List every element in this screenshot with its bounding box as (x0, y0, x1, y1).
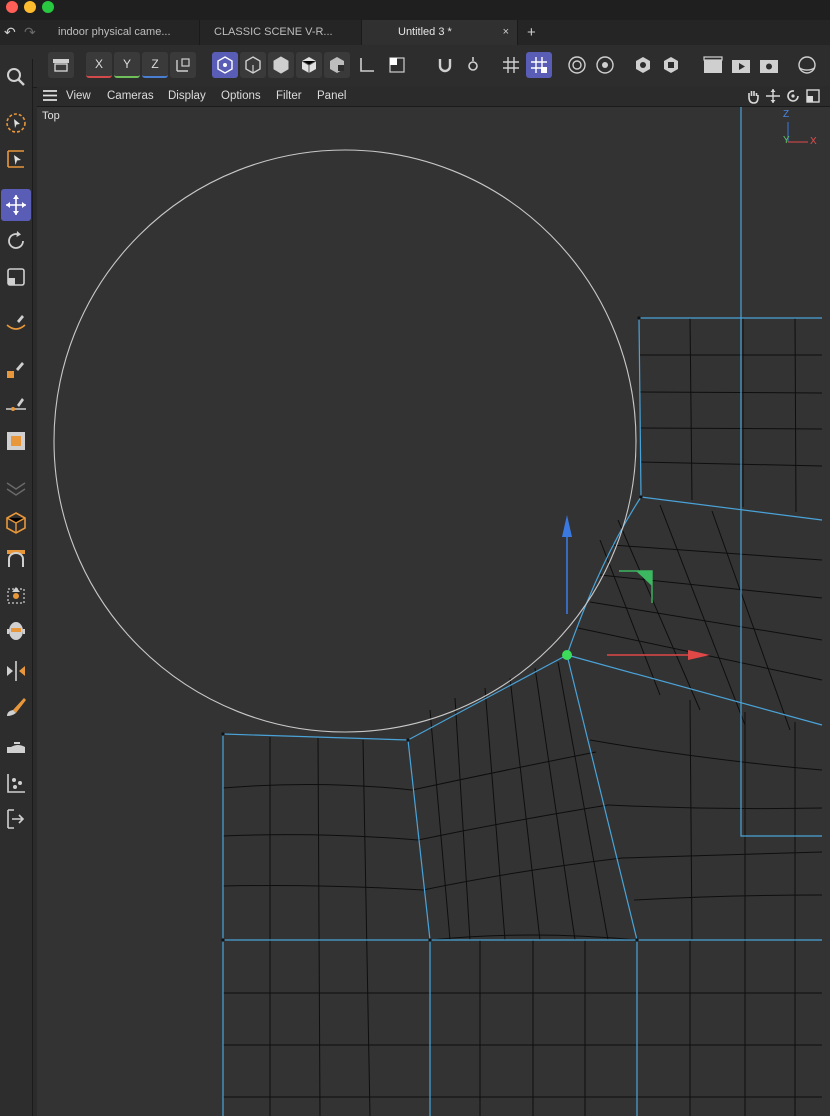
uv-mode-icon[interactable] (324, 52, 350, 78)
polygons-mode-icon[interactable] (296, 52, 322, 78)
display-mode-icon[interactable] (630, 52, 656, 78)
paint-brush-icon[interactable] (1, 691, 31, 723)
minimize-window-button[interactable] (24, 1, 36, 13)
point-distribution-icon[interactable] (1, 767, 31, 799)
character-mask-icon[interactable] (1, 615, 31, 647)
rectangle-selection-icon[interactable] (1, 143, 31, 175)
viewport-menu-bar: View Cameras Display Options Filter Pane… (37, 86, 830, 107)
spline-smooth-icon[interactable] (1, 389, 31, 421)
lock-z-axis-button[interactable]: Z (142, 52, 168, 78)
maximize-view-icon[interactable] (805, 88, 821, 109)
bend-deformer-icon[interactable] (1, 543, 31, 575)
extrude-cube-icon[interactable] (1, 507, 31, 539)
tab-label: CLASSIC SCENE V-R... (214, 26, 333, 38)
snap-settings-icon[interactable] (460, 52, 486, 78)
coordinate-system-icon[interactable] (170, 52, 196, 78)
gizmo-x-label: X (810, 136, 817, 147)
gizmo-z-label: Z (783, 109, 790, 120)
rotate-tool-icon[interactable] (1, 225, 31, 257)
tab-label: indoor physical came... (58, 26, 171, 38)
left-tool-palette (0, 59, 33, 1116)
live-selection-icon[interactable] (1, 107, 31, 139)
render-settings-icon[interactable] (592, 52, 618, 78)
points-mode-icon[interactable] (240, 52, 266, 78)
lock-y-axis-button[interactable]: Y (114, 52, 140, 78)
spline-disabled-icon[interactable] (1, 471, 31, 503)
render-picture-viewer-icon[interactable] (728, 52, 754, 78)
grid-snap-icon[interactable] (498, 52, 524, 78)
lock-x-axis-button[interactable]: X (86, 52, 112, 78)
render-settings-clapper-icon[interactable] (756, 52, 782, 78)
close-window-button[interactable] (6, 1, 18, 13)
menu-view[interactable]: View (66, 86, 91, 106)
object-manager-icon[interactable] (658, 52, 684, 78)
y-axis-label: Y (122, 57, 131, 71)
viewport-top[interactable]: Top Z Y X (37, 107, 830, 1116)
tab-untitled-3[interactable]: Untitled 3 * × (362, 20, 518, 45)
render-view-icon[interactable] (700, 52, 726, 78)
align-tool-icon[interactable] (1, 803, 31, 835)
title-bar (0, 0, 830, 20)
menu-display[interactable]: Display (168, 86, 206, 106)
snap-magnet-icon[interactable] (432, 52, 458, 78)
close-tab-icon[interactable]: × (503, 20, 509, 45)
maximize-window-button[interactable] (42, 1, 54, 13)
undo-icon[interactable]: ↶ (4, 20, 16, 45)
scale-tool-icon[interactable] (1, 261, 31, 293)
move-view-icon[interactable] (765, 88, 781, 109)
sculpt-iron-icon[interactable] (1, 731, 31, 763)
spline-sketch-icon[interactable] (1, 353, 31, 385)
material-sphere-icon[interactable] (794, 52, 820, 78)
move-tool-icon[interactable] (1, 189, 31, 221)
gizmo-y-label: Y (783, 135, 790, 146)
main-toolbar: X Y Z (0, 45, 830, 88)
axis-mode-icon[interactable] (354, 52, 380, 78)
mograph-cloner-icon[interactable] (1, 579, 31, 611)
tab-indoor-physical-camera[interactable]: indoor physical came... (50, 20, 200, 45)
render-region-icon[interactable] (564, 52, 590, 78)
x-axis-label: X (94, 57, 103, 71)
workplane-snap-icon[interactable] (526, 52, 552, 78)
menu-cameras[interactable]: Cameras (107, 86, 154, 106)
tab-label: Untitled 3 * (398, 26, 452, 38)
viewport-solo-icon[interactable] (48, 52, 74, 78)
view-name-label: Top (42, 110, 60, 122)
new-tab-button[interactable]: + (527, 20, 536, 45)
selected-point (562, 650, 572, 660)
search-icon[interactable] (1, 61, 31, 93)
z-axis-label: Z (151, 57, 159, 71)
menu-options[interactable]: Options (221, 86, 261, 106)
menu-panel[interactable]: Panel (317, 86, 346, 106)
spline-arc-icon[interactable] (1, 425, 31, 457)
viewport-canvas[interactable] (37, 107, 830, 1116)
redo-icon[interactable]: ↷ (24, 20, 36, 45)
menu-filter[interactable]: Filter (276, 86, 302, 106)
edges-mode-icon[interactable] (268, 52, 294, 78)
hamburger-menu-icon[interactable] (43, 89, 57, 107)
mirror-tool-icon[interactable] (1, 655, 31, 687)
pan-view-icon[interactable] (745, 88, 761, 109)
solo-object-icon[interactable] (384, 52, 410, 78)
tab-classic-scene[interactable]: CLASSIC SCENE V-R... (206, 20, 362, 45)
spline-pen-icon[interactable] (1, 307, 31, 339)
rotate-view-icon[interactable] (785, 88, 801, 109)
model-mode-icon[interactable] (212, 52, 238, 78)
